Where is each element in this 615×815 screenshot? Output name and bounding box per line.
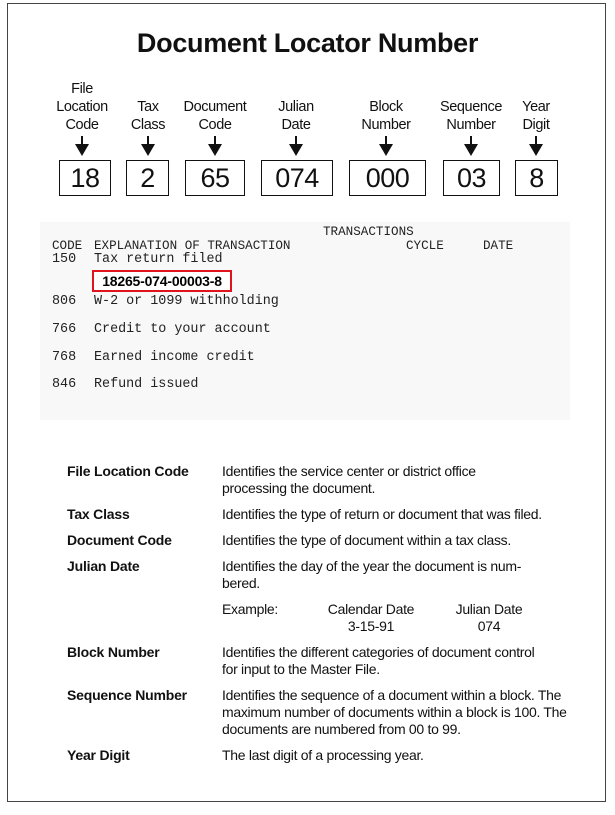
transaction-explanation: Refund issued [94, 377, 199, 392]
julian-example-calendar-value: 3-15-91 [347, 618, 395, 634]
dln-part-file-location-code: File Location Code [52, 80, 112, 156]
dln-part-block-number: Block Number [355, 80, 417, 156]
definition-text-file-location-code: Identifies the service center or distric… [222, 463, 476, 496]
transaction-explanation: Tax return filed [94, 252, 223, 267]
dln-label: File Location Code [56, 81, 108, 133]
dln-box-year-digit: 8 [515, 160, 558, 196]
transaction-explanation: W-2 or 1099 withholding [94, 294, 279, 309]
definition-term-file-location-code: File Location Code [67, 463, 189, 479]
definition-text-tax-class: Identifies the type of return or documen… [222, 506, 542, 522]
transactions-section-title: TRANSACTIONS [323, 225, 414, 239]
dln-part-sequence-number: Sequence Number [436, 80, 506, 156]
julian-example-julian-header: Julian Date [455, 601, 523, 617]
dln-box-julian-date: 074 [261, 160, 333, 196]
dln-label: Block Number [361, 99, 411, 133]
transaction-explanation: Credit to your account [94, 322, 271, 337]
definition-term-block-number: Block Number [67, 644, 160, 660]
transaction-explanation: Earned income credit [94, 350, 255, 365]
dln-part-julian-date: Julian Date [266, 80, 326, 156]
dln-box-tax-class: 2 [126, 160, 169, 196]
dln-part-year-digit: Year Digit [516, 80, 556, 156]
dln-label: Julian Date [278, 99, 314, 133]
definition-term-year-digit: Year Digit [67, 747, 130, 763]
definition-text-julian-date: Identifies the day of the year the docum… [222, 558, 522, 591]
dln-part-document-code: Document Code [180, 80, 250, 156]
julian-example-julian-value: 074 [477, 618, 501, 634]
dln-part-tax-class: Tax Class [123, 80, 173, 156]
definition-term-tax-class: Tax Class [67, 506, 130, 522]
dln-box-document-code: 65 [185, 160, 245, 196]
transaction-code: 766 [52, 322, 77, 337]
page-title: Document Locator Number [136, 28, 479, 58]
definition-text-sequence-number: Identifies the sequence of a document wi… [222, 687, 567, 737]
column-header-date: DATE [483, 239, 514, 253]
definition-term-document-code: Document Code [67, 532, 172, 548]
definition-text-document-code: Identifies the type of document within a… [222, 532, 511, 548]
definition-text-year-digit: The last digit of a processing year. [222, 747, 424, 763]
dln-box-file-location-code: 18 [59, 160, 111, 196]
dln-label: Sequence Number [439, 99, 503, 133]
dln-box-block-number: 000 [349, 160, 426, 196]
dln-label: Year Digit [522, 99, 550, 133]
dln-box-sequence-number: 03 [443, 160, 500, 196]
column-header-cycle: CYCLE [406, 239, 444, 253]
column-header-code: CODE [52, 239, 83, 253]
julian-example-calendar-header: Calendar Date [327, 601, 415, 617]
highlighted-dln: 18265-074-00003-8 [92, 270, 232, 292]
transaction-code: 846 [52, 377, 77, 392]
transaction-code: 150 [52, 252, 77, 267]
definition-term-julian-date: Julian Date [67, 558, 140, 574]
transaction-code: 768 [52, 350, 77, 365]
definition-text-block-number: Identifies the different categories of d… [222, 644, 535, 677]
julian-example-label: Example: [222, 601, 278, 617]
transaction-code: 806 [52, 294, 77, 309]
definition-term-sequence-number: Sequence Number [67, 687, 187, 703]
dln-label: Tax Class [130, 99, 166, 133]
dln-label: Document Code [183, 99, 247, 133]
column-header-explanation: EXPLANATION OF TRANSACTION [94, 239, 291, 253]
